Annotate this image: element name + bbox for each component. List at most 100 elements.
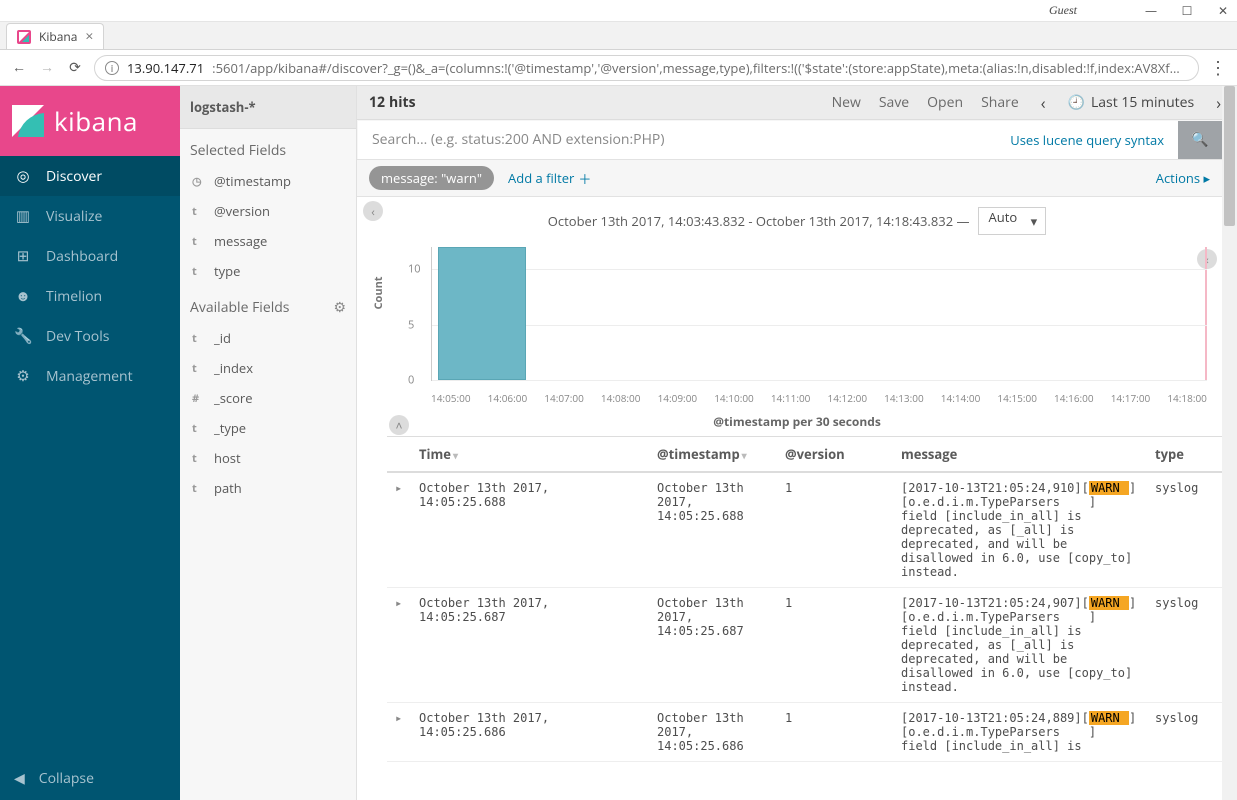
field-index[interactable]: t_index	[180, 353, 356, 383]
vertical-scrollbar[interactable]	[1222, 86, 1237, 800]
field-type-icon: t	[192, 451, 204, 466]
sidebar-item-label: Dev Tools	[46, 327, 109, 346]
xtick: 14:13:00	[884, 391, 924, 405]
kibana-favicon-icon	[17, 30, 31, 44]
field-message[interactable]: tmessage	[180, 226, 356, 256]
nav-forward-icon[interactable]: →	[38, 58, 56, 77]
cell-timestamp: October 13th 2017, 14:05:25.687	[649, 588, 777, 646]
share-button[interactable]: Share	[981, 93, 1019, 112]
field-host[interactable]: thost	[180, 443, 356, 473]
cell-type: syslog	[1147, 473, 1207, 503]
brand-label: kibana	[54, 103, 138, 139]
time-picker[interactable]: 🕘 Last 15 minutes	[1068, 93, 1195, 112]
sidebar-item-dev-tools[interactable]: 🔧Dev Tools	[0, 316, 180, 356]
plus-icon: ＋	[578, 169, 591, 188]
window-close-icon[interactable]: ✕	[1215, 2, 1231, 19]
nav-back-icon[interactable]: ←	[10, 58, 28, 77]
chart-ylabel: Count	[371, 276, 386, 309]
top-toolbar: 12 hits New Save Open Share ‹ 🕘 Last 15 …	[357, 86, 1237, 120]
field-id[interactable]: t_id	[180, 323, 356, 353]
sidebar-item-discover[interactable]: ◎Discover	[0, 156, 180, 196]
filter-actions-button[interactable]: Actions ▸	[1156, 169, 1210, 187]
sort-desc-icon: ▾	[453, 448, 458, 462]
expand-row-icon[interactable]: ▸	[387, 588, 411, 618]
field-path[interactable]: tpath	[180, 473, 356, 503]
sidebar-item-label: Visualize	[46, 207, 102, 226]
expand-row-icon[interactable]: ▸	[387, 473, 411, 503]
os-titlebar: Guest — ☐ ✕	[0, 0, 1237, 22]
chart-xticks: 14:05:0014:06:0014:07:0014:08:0014:09:00…	[431, 391, 1207, 405]
discover-icon: ◎	[14, 166, 32, 186]
field-type[interactable]: t_type	[180, 413, 356, 443]
browser-tab[interactable]: Kibana ×	[6, 23, 104, 49]
field-score[interactable]: #_score	[180, 383, 356, 413]
window-maximize-icon[interactable]: ☐	[1179, 2, 1195, 19]
field-type-icon: ◷	[192, 174, 204, 189]
field-version[interactable]: t@version	[180, 196, 356, 226]
cell-time: October 13th 2017, 14:05:25.688	[411, 473, 649, 517]
sidebar-item-timelion[interactable]: ☻Timelion	[0, 276, 180, 316]
date-range: October 13th 2017, 14:03:43.832 - Octobe…	[357, 207, 1237, 235]
site-info-icon[interactable]: i	[105, 61, 119, 75]
col-version[interactable]: @version	[777, 437, 893, 471]
nav-reload-icon[interactable]: ⟳	[66, 58, 84, 77]
timelion-icon: ☻	[14, 286, 32, 306]
sidebar-item-label: Management	[46, 367, 133, 386]
cell-timestamp: October 13th 2017, 14:05:25.688	[649, 473, 777, 531]
histogram-bar[interactable]	[438, 247, 527, 380]
open-button[interactable]: Open	[927, 93, 963, 112]
search-button[interactable]: 🔍	[1178, 121, 1222, 159]
main: 12 hits New Save Open Share ‹ 🕘 Last 15 …	[357, 86, 1237, 800]
collapse-left-icon[interactable]: ‹	[363, 201, 383, 221]
field-name: @timestamp	[214, 172, 291, 190]
available-fields-label: Available Fields	[190, 298, 289, 317]
window-minimize-icon[interactable]: —	[1143, 2, 1159, 19]
sidebar-collapse[interactable]: ◀ Collapse	[0, 757, 180, 800]
table-header: Time▾ @timestamp▾ @version message type	[387, 436, 1222, 473]
save-button[interactable]: Save	[879, 93, 909, 112]
chevron-right-icon: ▸	[1200, 169, 1210, 187]
browser-tab-title: Kibana	[39, 28, 77, 45]
time-prev-icon[interactable]: ‹	[1037, 92, 1050, 114]
cell-version: 1	[777, 588, 893, 618]
ytick: 5	[408, 317, 414, 332]
brand[interactable]: kibana	[0, 86, 180, 156]
tab-close-icon[interactable]: ×	[85, 27, 93, 46]
col-type[interactable]: type	[1147, 437, 1207, 471]
add-filter-button[interactable]: Add a filter ＋	[508, 169, 591, 188]
interval-select[interactable]: Auto	[978, 207, 1047, 235]
col-time[interactable]: Time▾	[411, 437, 649, 471]
clock-icon: 🕘	[1068, 93, 1085, 112]
lucene-hint-link[interactable]: Uses lucene query syntax	[1010, 131, 1164, 149]
sidebar-item-dashboard[interactable]: ⊞Dashboard	[0, 236, 180, 276]
index-pattern-title[interactable]: logstash-*	[180, 86, 356, 129]
field-type[interactable]: ttype	[180, 256, 356, 286]
xtick: 14:10:00	[714, 391, 754, 405]
browser-menu-icon[interactable]: ⋮	[1209, 56, 1227, 80]
time-picker-label: Last 15 minutes	[1091, 93, 1194, 112]
chart-right-marker	[1205, 247, 1207, 380]
sidebar-item-management[interactable]: ⚙ Management	[0, 356, 180, 396]
field-name: _index	[214, 359, 253, 377]
field-timestamp[interactable]: ◷ @timestamp	[180, 166, 356, 196]
filter-pill[interactable]: message: "warn"	[369, 166, 494, 190]
expand-chart-icon[interactable]: ˄	[389, 415, 409, 435]
scrollbar-thumb[interactable]	[1224, 86, 1235, 226]
cell-message: [2017-10-13T21:05:24,889][WARN ][o.e.d.i…	[893, 703, 1147, 761]
col-timestamp[interactable]: @timestamp▾	[649, 437, 777, 471]
col-message[interactable]: message	[893, 437, 1147, 471]
new-button[interactable]: New	[832, 93, 861, 112]
chart-plot[interactable]: 0510	[431, 247, 1207, 381]
table-row: ▸October 13th 2017, 14:05:25.688October …	[387, 473, 1222, 588]
xtick: 14:15:00	[997, 391, 1037, 405]
fields-panel: logstash-* Selected Fields ◷@timestampt@…	[180, 86, 357, 800]
sidebar-item-visualize[interactable]: ▥Visualize	[0, 196, 180, 236]
fields-settings-icon[interactable]: ⚙	[333, 298, 346, 317]
xtick: 14:08:00	[601, 391, 641, 405]
field-name: type	[214, 262, 240, 280]
cell-version: 1	[777, 703, 893, 733]
management-icon: ⚙	[14, 366, 32, 386]
expand-row-icon[interactable]: ▸	[387, 703, 411, 733]
search-input[interactable]: Search… (e.g. status:200 AND extension:P…	[358, 121, 1178, 159]
address-bar[interactable]: i 13.90.147.71:5601/app/kibana#/discover…	[94, 55, 1199, 81]
